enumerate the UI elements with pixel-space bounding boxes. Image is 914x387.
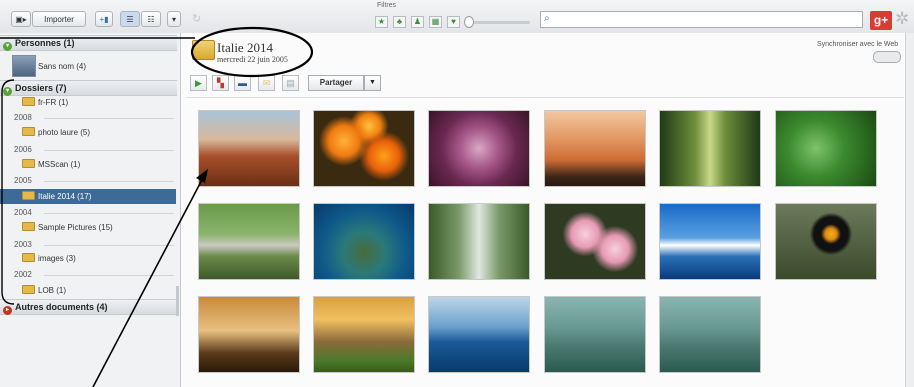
annotation-ellipse	[190, 26, 314, 78]
arrowhead-icon	[196, 169, 208, 183]
annotation-overlay	[0, 26, 314, 387]
annotation-bracket	[1, 79, 15, 305]
annotation-arrow	[92, 175, 205, 387]
